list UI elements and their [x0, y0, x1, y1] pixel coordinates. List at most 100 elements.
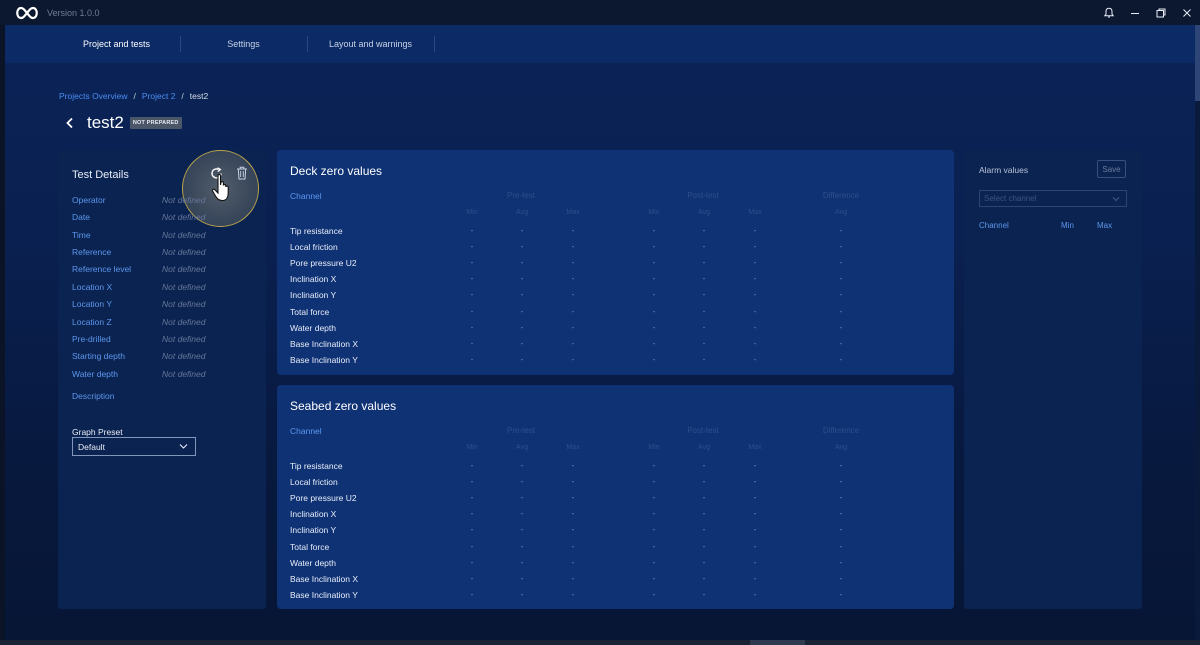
restore-button[interactable]: [1148, 0, 1174, 25]
table-row: Tip resistance - - - - - - -: [277, 226, 954, 242]
subcol-avg: Avg: [698, 444, 710, 451]
subcol-max: Max: [748, 444, 762, 451]
close-button[interactable]: [1174, 0, 1200, 25]
table-cell: -: [702, 541, 706, 551]
save-button[interactable]: Save: [1097, 160, 1126, 178]
table-cell: -: [470, 290, 474, 300]
deck-zero-values-panel: Deck zero values Channel Pre-test Post-t…: [277, 150, 954, 375]
detail-label: Pre-drilled: [72, 334, 111, 344]
bell-icon: [1103, 7, 1115, 17]
table-cell: -: [652, 509, 656, 519]
detail-label: Location X: [72, 282, 113, 292]
breadcrumb-current: test2: [189, 91, 209, 101]
channel-name: Local friction: [290, 242, 338, 253]
table-row: Base Inclination Y - - - - - - -: [277, 590, 954, 606]
table-cell: -: [753, 242, 757, 252]
table-cell: -: [520, 322, 524, 332]
table-cell: -: [753, 541, 757, 551]
table-cell: -: [470, 258, 474, 268]
table-cell: -: [652, 573, 656, 583]
table-cell: -: [470, 322, 474, 332]
detail-label: Time: [72, 230, 91, 240]
table-cell: -: [753, 525, 757, 535]
channel-name: Base Inclination X: [290, 338, 359, 349]
table-cell: -: [571, 509, 575, 519]
detail-value: Not defined: [162, 351, 206, 361]
table-cell: -: [470, 274, 474, 284]
subcol-min: Min: [466, 444, 478, 451]
table-cell: -: [470, 493, 474, 503]
table-cell: -: [839, 493, 843, 503]
notifications-button[interactable]: [1096, 0, 1122, 25]
subcol-min: Min: [648, 209, 660, 216]
page-title: test2: [87, 113, 124, 132]
chevron-left-icon[interactable]: [65, 117, 75, 129]
table-cell: -: [753, 290, 757, 300]
pre-test-header: Pre-test: [506, 191, 535, 200]
table-cell: -: [839, 541, 843, 551]
tab-project-and-tests[interactable]: Project and tests: [53, 25, 180, 63]
table-row: Water depth - - - - - - -: [277, 323, 954, 339]
title-bar: Version 1.0.0: [0, 0, 1200, 25]
graph-preset-label: Graph Preset: [72, 427, 123, 437]
table-cell: -: [652, 354, 656, 364]
breadcrumb-projects-overview[interactable]: Projects Overview: [59, 91, 128, 101]
detail-label: Reference level: [72, 264, 132, 274]
channel-name: Base Inclination X: [290, 573, 359, 584]
channel-name: Total force: [290, 306, 330, 317]
table-cell: -: [839, 354, 843, 364]
post-test-header: Post-test: [687, 426, 719, 435]
table-cell: -: [470, 226, 474, 235]
channel-name: Inclination Y: [290, 290, 337, 301]
table-row: Inclination X - - - - - - -: [277, 274, 954, 290]
chevron-down-icon: [179, 444, 188, 449]
minimize-button[interactable]: [1122, 0, 1148, 25]
table-cell: -: [571, 306, 575, 316]
breadcrumb-project[interactable]: Project 2: [142, 91, 176, 101]
top-nav: Project and tests Settings Layout and wa…: [5, 25, 1195, 63]
horizontal-scrollbar-thumb[interactable]: [750, 640, 805, 645]
select-channel-dropdown[interactable]: Select channel: [979, 190, 1127, 207]
table-cell: -: [470, 541, 474, 551]
table-cell: -: [753, 354, 757, 364]
version-label: Version 1.0.0: [47, 7, 100, 18]
horizontal-scrollbar[interactable]: [0, 640, 1200, 645]
table-cell: -: [702, 274, 706, 284]
table-cell: -: [839, 461, 843, 470]
trash-icon[interactable]: [236, 166, 248, 180]
vertical-scrollbar-thumb[interactable]: [1195, 25, 1200, 101]
graph-preset-value: Default: [78, 441, 105, 452]
table-cell: -: [571, 242, 575, 252]
table-cell: -: [520, 557, 524, 567]
channel-header: Channel: [290, 191, 322, 201]
table-row: Inclination X - - - - - - -: [277, 509, 954, 525]
subcol-min: Min: [648, 444, 660, 451]
table-cell: -: [652, 477, 656, 487]
tab-settings[interactable]: Settings: [180, 25, 307, 63]
description-label: Description: [72, 391, 115, 401]
detail-value: Not defined: [162, 195, 206, 205]
table-row: Total force - - - - - - -: [277, 307, 954, 323]
table-cell: -: [571, 477, 575, 487]
detail-value: Not defined: [162, 299, 206, 309]
minimize-icon: [1131, 12, 1139, 14]
table-cell: -: [652, 557, 656, 567]
table-row: Base Inclination X - - - - - - -: [277, 574, 954, 590]
table-cell: -: [702, 509, 706, 519]
alarm-values-panel: Alarm values Save Select channel Channel…: [964, 150, 1142, 609]
table-cell: -: [702, 306, 706, 316]
graph-preset-select[interactable]: Default: [72, 437, 196, 456]
table-cell: -: [839, 306, 843, 316]
table-cell: -: [520, 354, 524, 364]
select-channel-placeholder: Select channel: [984, 194, 1037, 203]
table-cell: -: [520, 589, 524, 599]
table-cell: -: [753, 306, 757, 316]
tab-layout-and-warnings[interactable]: Layout and warnings: [307, 25, 434, 63]
table-cell: -: [652, 274, 656, 284]
table-cell: -: [652, 306, 656, 316]
vertical-scrollbar[interactable]: [1195, 25, 1200, 640]
table-cell: -: [652, 589, 656, 599]
table-cell: -: [839, 274, 843, 284]
table-cell: -: [470, 509, 474, 519]
table-cell: -: [520, 290, 524, 300]
